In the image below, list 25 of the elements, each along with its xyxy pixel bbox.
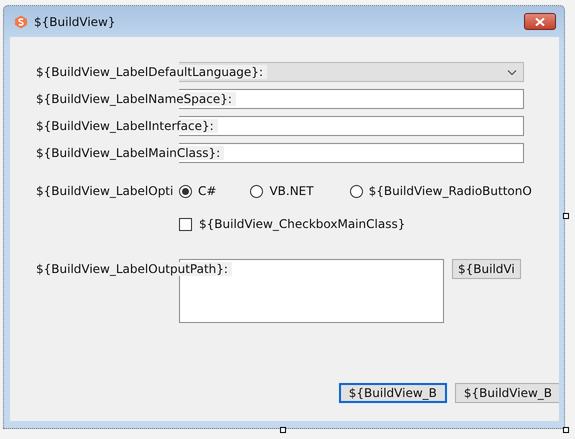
radio-circle[interactable] <box>250 184 264 198</box>
window-title: ${BuildView} <box>34 14 116 28</box>
browse-button[interactable]: ${BuildVi <box>452 259 521 279</box>
options-label: ${BuildView_LabelOpti <box>36 184 174 198</box>
text-field[interactable] <box>218 116 524 136</box>
field-label: ${BuildView_LabelNameSpace}: <box>36 92 236 106</box>
field-label: ${BuildView_LabelMainClass}: <box>36 146 224 160</box>
resize-handle[interactable] <box>280 427 286 433</box>
output-path-label: ${BuildView_LabelOutputPath}: <box>36 262 232 276</box>
radio-circle[interactable] <box>179 184 192 198</box>
app-icon <box>14 14 28 28</box>
radio-button[interactable]: VB.NET <box>250 184 314 198</box>
radio-circle[interactable] <box>350 184 363 198</box>
checkbox[interactable]: ${BuildView_CheckboxMainClass} <box>179 217 406 231</box>
resize-handle[interactable] <box>563 213 569 219</box>
close-icon <box>535 18 545 26</box>
close-button[interactable] <box>524 13 556 30</box>
dialog-button[interactable]: ${BuildView_B <box>454 383 559 403</box>
field-label: ${BuildView_LabelDefaultLanguage}: <box>36 65 267 79</box>
radio-button[interactable]: C# <box>179 184 216 198</box>
resize-handle[interactable] <box>563 427 569 433</box>
dialog-button[interactable]: ${BuildView_B <box>338 383 447 403</box>
field-label: ${BuildView_LabelInterface}: <box>36 119 218 133</box>
radio-button[interactable]: ${BuildView_RadioButtonO <box>350 184 532 198</box>
chevron-icon <box>507 70 517 76</box>
